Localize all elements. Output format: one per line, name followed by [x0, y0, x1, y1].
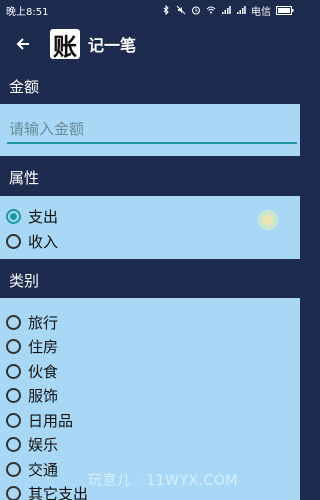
page-title: 记一笔	[88, 36, 137, 55]
amount-input[interactable]	[7, 116, 297, 144]
flower-decoration	[258, 210, 278, 230]
radio-label: 收入	[28, 232, 59, 251]
radio-option-income[interactable]: 收入	[6, 229, 58, 253]
app-logo: 账	[50, 29, 80, 61]
radio-label: 日用品	[28, 411, 74, 430]
radio-option-food[interactable]: 伙食	[6, 359, 58, 383]
back-button[interactable]	[0, 20, 46, 68]
radio-option-clothing[interactable]: 服饰	[6, 383, 58, 407]
category-section-header: 类别	[0, 262, 300, 298]
radio-label: 交通	[28, 460, 59, 479]
watermark: 玩意儿 · 11WYX.COM	[88, 473, 238, 489]
radio-label: 旅行	[28, 313, 59, 332]
attribute-section-label: 属性	[9, 168, 40, 187]
radio-option-expense[interactable]: 支出	[6, 204, 58, 228]
radio-button[interactable]	[6, 387, 21, 403]
alarm-icon	[192, 6, 200, 15]
radio-button[interactable]	[6, 338, 21, 354]
radio-label: 支出	[28, 207, 59, 226]
bluetooth-icon	[163, 5, 169, 15]
radio-option-daily-goods[interactable]: 日用品	[6, 408, 73, 432]
radio-option-entertainment[interactable]: 娱乐	[6, 432, 58, 456]
mute-icon	[176, 5, 186, 15]
radio-button[interactable]	[6, 314, 21, 330]
radio-option-housing[interactable]: 住房	[6, 334, 58, 358]
signal-icon-2	[237, 6, 246, 14]
amount-section-label: 金额	[9, 77, 40, 96]
radio-option-transport[interactable]: 交通	[6, 457, 58, 481]
amount-section-header: 金额	[0, 68, 300, 104]
signal-icon	[222, 6, 231, 14]
back-arrow-icon	[16, 38, 29, 50]
radio-option-travel[interactable]: 旅行	[6, 310, 58, 334]
radio-button[interactable]	[6, 412, 21, 428]
app-bar: 账 记一笔	[0, 20, 300, 68]
status-bar: 晚上8:51 电信	[0, 0, 300, 20]
status-icons: 电信	[161, 3, 294, 18]
carrier-label: 电信	[251, 6, 271, 18]
attribute-section-header: 属性	[0, 159, 300, 195]
status-time: 晚上8:51	[6, 6, 49, 18]
radio-button[interactable]	[6, 436, 21, 452]
wifi-icon	[206, 6, 216, 14]
radio-button[interactable]	[6, 363, 21, 379]
category-section-label: 类别	[9, 271, 40, 290]
battery-icon	[276, 5, 294, 15]
radio-button[interactable]	[6, 485, 21, 500]
radio-label: 其它支出	[28, 484, 89, 500]
radio-option-other-expense[interactable]: 其它支出	[6, 481, 88, 500]
radio-label: 伙食	[28, 362, 59, 381]
radio-label: 娱乐	[28, 435, 59, 454]
radio-button[interactable]	[6, 233, 21, 249]
radio-button[interactable]	[6, 461, 21, 477]
radio-button-checked[interactable]	[6, 208, 21, 224]
radio-label: 住房	[28, 337, 59, 356]
radio-label: 服饰	[28, 386, 59, 405]
